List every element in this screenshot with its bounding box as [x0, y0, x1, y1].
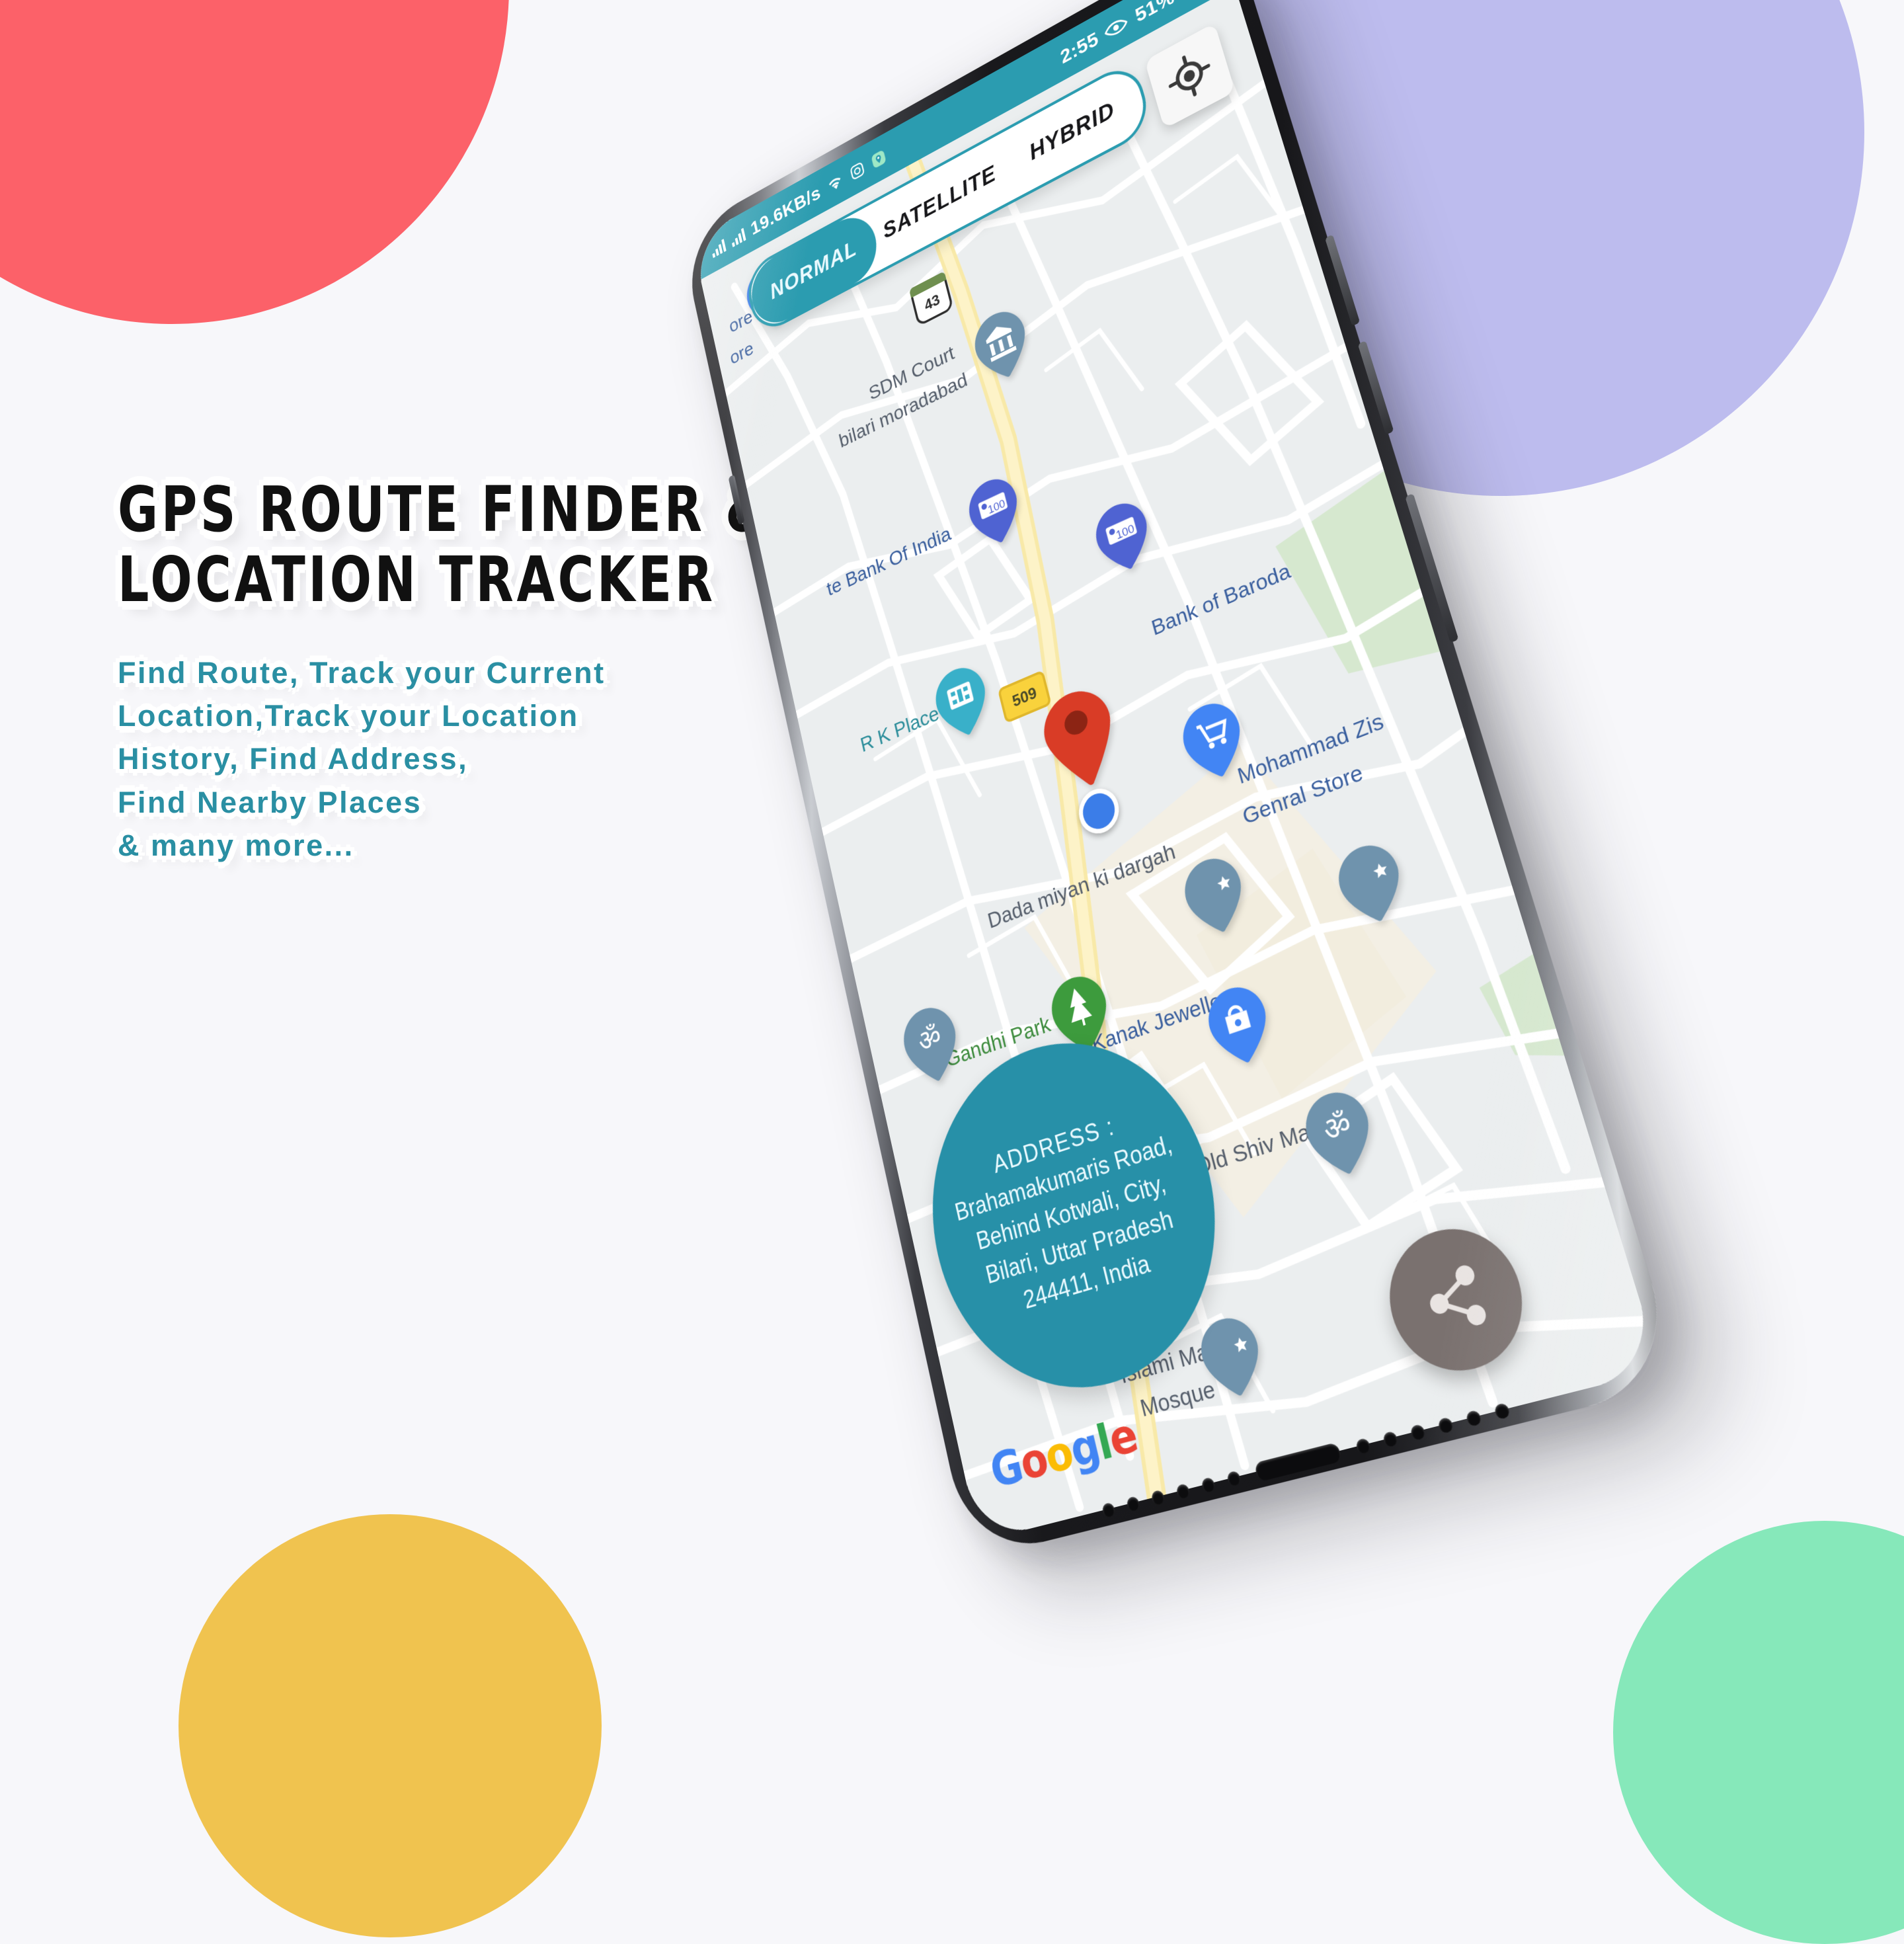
eye-icon	[1102, 14, 1130, 42]
google-logo-o1: o	[1015, 1431, 1052, 1491]
address-line: Behind Kotwali, City,	[959, 1161, 1185, 1264]
route-shield-label: 43	[923, 290, 941, 315]
status-time: 2:55	[1058, 27, 1101, 68]
shop-pin[interactable]	[1202, 979, 1277, 1071]
google-logo-g: G	[986, 1438, 1027, 1499]
my-location-icon	[1162, 43, 1218, 108]
address-line: 244411, India	[974, 1231, 1203, 1331]
map-label: Kanak Jewellers	[1089, 981, 1242, 1058]
google-logo-g2: g	[1065, 1417, 1104, 1478]
mosque-pin[interactable]	[1331, 836, 1410, 930]
store-pin[interactable]	[1177, 695, 1251, 787]
park-pin[interactable]	[1046, 969, 1116, 1059]
map-label: Old Shiv Mandir	[1192, 1107, 1350, 1181]
red-circle	[0, 0, 509, 324]
google-logo-o2: o	[1040, 1424, 1078, 1484]
signal-bars-icon	[710, 238, 726, 259]
route-shield-label: 509	[1010, 682, 1039, 711]
headline-line-2: LOCATION TRACKER	[118, 546, 843, 616]
signal-bars-icon-2	[730, 227, 746, 247]
address-line: Brahamakumaris Road,	[952, 1127, 1176, 1230]
yellow-circle	[178, 1514, 602, 1937]
google-logo-l: l	[1091, 1414, 1117, 1471]
location-icon	[869, 147, 888, 171]
address-title: ADDRESS :	[944, 1092, 1167, 1197]
phone-screen: Rinku Kumar ore ore SDM Court bilari mor…	[692, 0, 1661, 1541]
address-line: Bilari, Uttar Pradesh	[967, 1195, 1193, 1297]
camera-icon	[848, 159, 867, 182]
share-icon	[1415, 1257, 1497, 1342]
share-button[interactable]	[1374, 1213, 1539, 1385]
wifi-icon	[825, 172, 845, 195]
map-label: Genral Store	[1240, 759, 1366, 830]
map-label: Mohammad Zis	[1235, 708, 1386, 790]
map-label: Mosque	[1138, 1375, 1218, 1423]
temple-pin[interactable]: ॐ	[1298, 1084, 1380, 1183]
svg-text:ॐ: ॐ	[1320, 1106, 1355, 1149]
mosque-pin[interactable]	[1178, 850, 1251, 942]
phone-mockup: Rinku Kumar ore ore SDM Court bilari mor…	[740, 0, 1759, 1706]
